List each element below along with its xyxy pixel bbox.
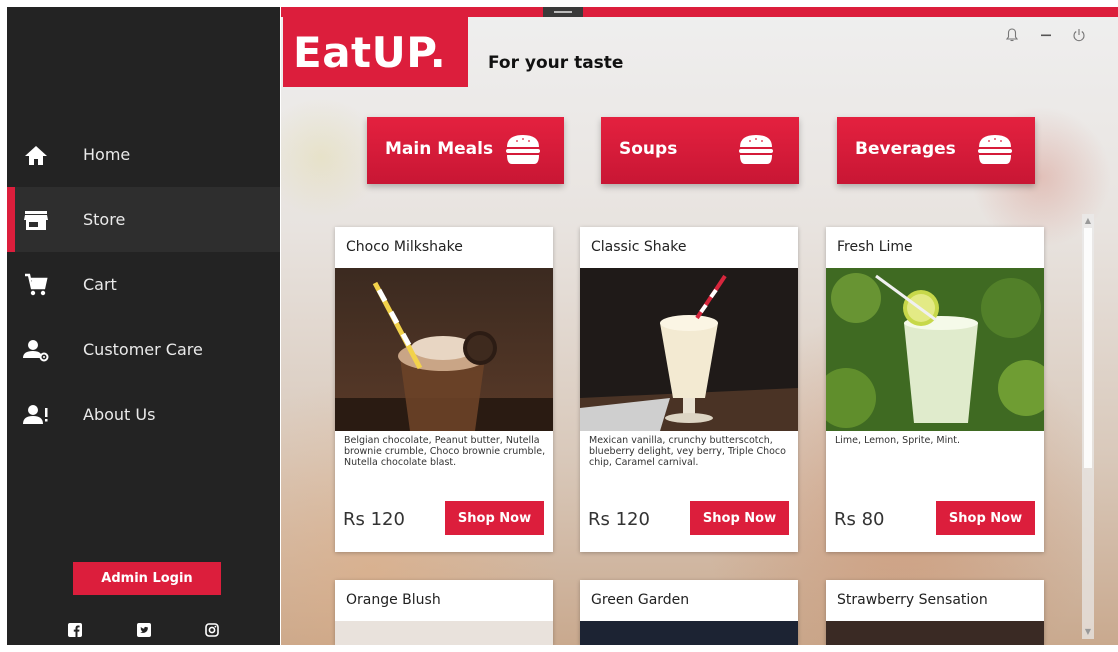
product-description: Belgian chocolate, Peanut butter, Nutell…	[344, 435, 546, 468]
product-name: Strawberry Sensation	[837, 592, 988, 608]
home-icon	[25, 146, 47, 165]
product-card: Strawberry Sensation	[826, 580, 1044, 645]
category-main-meals-button[interactable]: Main Meals	[367, 117, 564, 184]
product-name: Orange Blush	[346, 592, 441, 608]
product-name: Classic Shake	[591, 239, 687, 255]
sidebar-item-cart[interactable]: Cart	[7, 252, 280, 317]
admin-login-button[interactable]: Admin Login	[73, 562, 221, 595]
category-label: Beverages	[855, 139, 956, 159]
shop-now-button[interactable]: Shop Now	[445, 501, 544, 535]
title-bar	[281, 7, 1118, 17]
product-image	[580, 268, 798, 431]
main-content: EatUP. For your taste Main Meals Soups B…	[281, 7, 1118, 645]
twitter-icon[interactable]	[137, 623, 151, 637]
category-label: Main Meals	[385, 139, 494, 159]
about-us-icon	[23, 405, 48, 424]
product-image	[335, 621, 553, 645]
product-card: Choco Milkshake Belgian chocolate, Peanu…	[335, 227, 553, 552]
product-price: Rs 80	[834, 509, 885, 530]
shop-now-button[interactable]: Shop Now	[936, 501, 1035, 535]
product-name: Green Garden	[591, 592, 690, 608]
customer-care-icon	[23, 340, 49, 362]
product-description: Lime, Lemon, Sprite, Mint.	[835, 435, 960, 446]
scroll-down-icon[interactable]: ▼	[1083, 627, 1093, 637]
sidebar-item-home[interactable]: Home	[7, 122, 280, 187]
product-price: Rs 120	[343, 509, 405, 530]
product-card: Classic Shake Mexican vanilla, crunchy b…	[580, 227, 798, 552]
category-label: Soups	[619, 139, 678, 159]
sidebar: Home Store Cart Customer Care About Us A…	[7, 7, 280, 645]
brand-logo: EatUP.	[283, 17, 468, 87]
product-price: Rs 120	[588, 509, 650, 530]
drag-handle[interactable]	[543, 7, 583, 17]
product-image	[826, 621, 1044, 645]
brand-tagline: For your taste	[488, 53, 624, 73]
product-card: Orange Blush	[335, 580, 553, 645]
product-image	[335, 268, 553, 431]
cart-icon	[25, 273, 48, 296]
sidebar-item-about-us[interactable]: About Us	[7, 382, 280, 447]
store-icon	[24, 211, 48, 230]
product-card: Fresh Lime Lime, Lemon, Sprite, Mint. Rs…	[826, 227, 1044, 552]
sidebar-item-store[interactable]: Store	[7, 187, 280, 252]
product-card: Green Garden	[580, 580, 798, 645]
product-image	[826, 268, 1044, 431]
sidebar-item-label: Home	[83, 145, 131, 164]
instagram-icon[interactable]	[205, 623, 219, 637]
product-image	[580, 621, 798, 645]
scroll-up-icon[interactable]: ▲	[1083, 216, 1093, 226]
shop-now-button[interactable]: Shop Now	[690, 501, 789, 535]
sidebar-item-label: Store	[83, 210, 126, 229]
category-beverages-button[interactable]: Beverages	[837, 117, 1035, 184]
sidebar-item-label: Cart	[83, 275, 117, 294]
minimize-icon[interactable]	[1038, 27, 1054, 43]
product-description: Mexican vanilla, crunchy butterscotch, b…	[589, 435, 786, 468]
product-name: Choco Milkshake	[346, 239, 463, 255]
scroll-thumb[interactable]	[1084, 228, 1092, 468]
sidebar-item-label: About Us	[83, 405, 156, 424]
sidebar-item-label: Customer Care	[83, 340, 203, 359]
burger-icon	[506, 135, 540, 164]
category-soups-button[interactable]: Soups	[601, 117, 799, 184]
product-scrollbar[interactable]: ▲ ▼	[1082, 214, 1094, 639]
facebook-icon[interactable]	[68, 623, 82, 637]
bell-icon[interactable]	[1004, 27, 1020, 43]
power-icon[interactable]	[1071, 27, 1087, 43]
sidebar-item-customer-care[interactable]: Customer Care	[7, 317, 280, 382]
burger-icon	[739, 135, 773, 164]
burger-icon	[978, 135, 1012, 164]
product-name: Fresh Lime	[837, 239, 913, 255]
sidebar-nav: Home Store Cart Customer Care About Us	[7, 122, 280, 447]
